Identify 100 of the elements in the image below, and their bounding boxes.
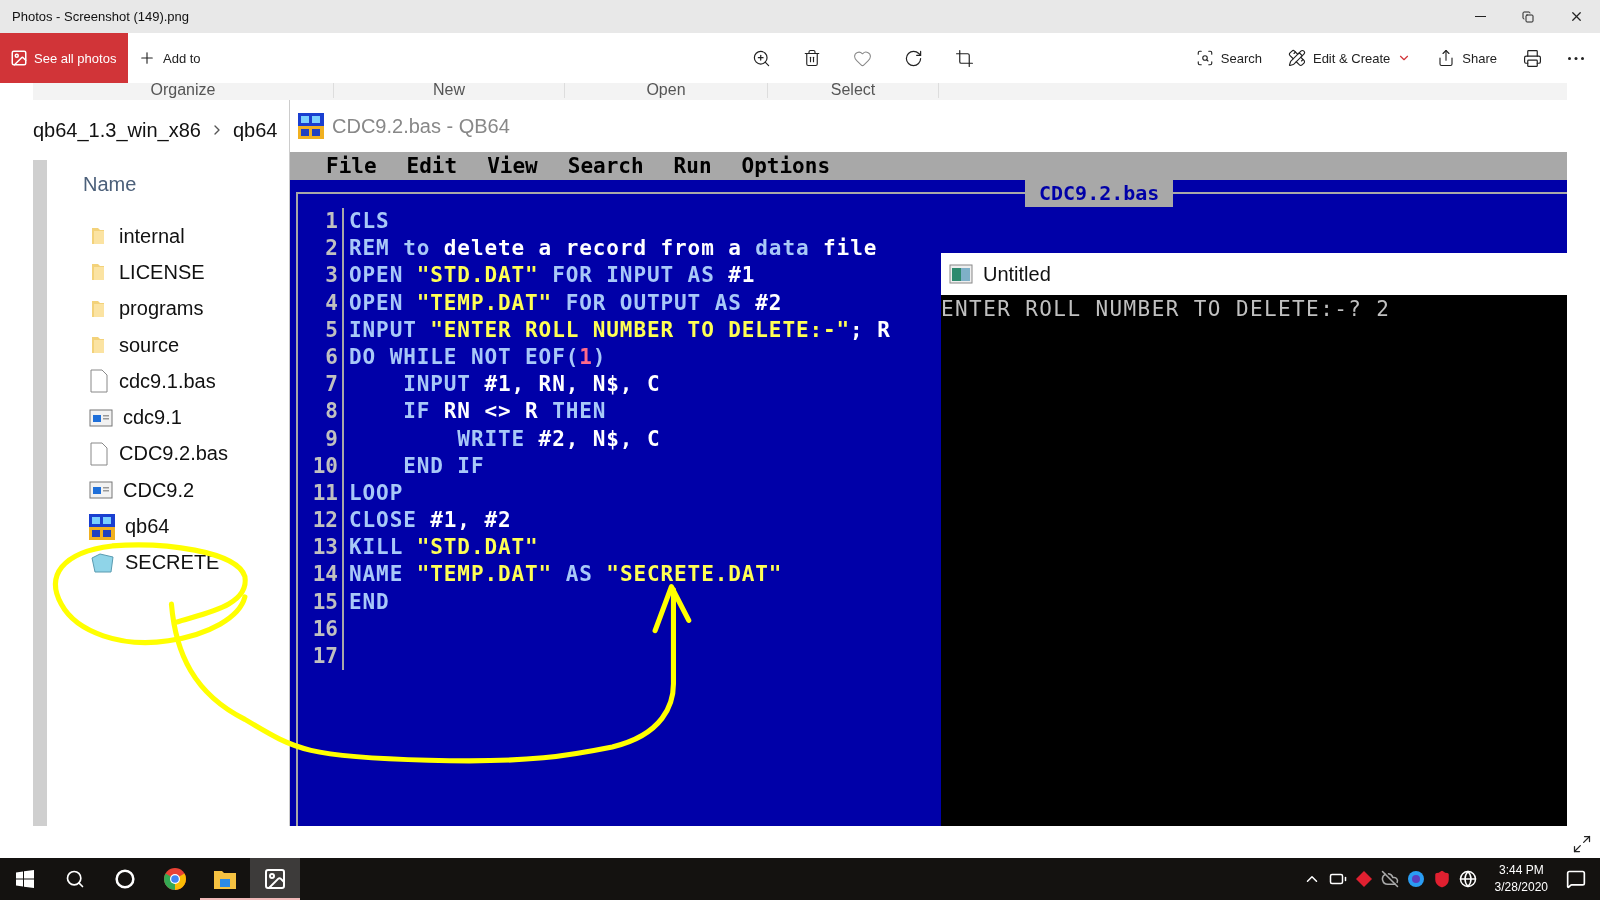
globe-icon[interactable]	[1458, 870, 1477, 888]
line-number: 12	[298, 507, 344, 535]
search-button[interactable]: Search	[1185, 38, 1272, 78]
shield-icon[interactable]	[1432, 870, 1451, 888]
code-line: KILL "STD.DAT"	[348, 534, 539, 562]
search-icon	[65, 869, 85, 889]
app-window-icon	[949, 264, 973, 284]
menu-item[interactable]: File	[322, 154, 381, 178]
qb64-logo-icon	[298, 113, 324, 139]
menu-item[interactable]: View	[483, 154, 542, 178]
edit-create-button[interactable]: Edit & Create	[1277, 38, 1422, 78]
clock[interactable]: 3:44 PM 3/28/2020	[1484, 862, 1558, 896]
zoom-in-icon	[752, 48, 772, 68]
line-number: 8	[298, 398, 344, 426]
plus-icon	[138, 49, 156, 67]
share-icon	[1437, 49, 1456, 67]
see-all-photos-button[interactable]: See all photos	[0, 33, 128, 83]
menu-item[interactable]: Edit	[402, 154, 462, 178]
line-number: 9	[298, 425, 344, 453]
line-number: 11	[298, 479, 344, 508]
file-name[interactable]: SECRETE	[125, 551, 220, 575]
code-line: CLOSE #1, #2	[348, 507, 512, 535]
windows-logo-icon	[16, 870, 34, 888]
file-name[interactable]: CDC9.2	[123, 478, 195, 502]
output-window-title: Untitled	[983, 262, 1051, 286]
file-name[interactable]: programs	[119, 297, 204, 321]
breadcrumb-item[interactable]: qb64	[232, 118, 278, 142]
ribbon-group-label: New	[334, 83, 565, 98]
app-window-icon	[89, 407, 113, 428]
circle-app-icon[interactable]	[1406, 870, 1425, 888]
cloud-off-icon[interactable]	[1380, 870, 1399, 888]
menu-item[interactable]: Run	[669, 154, 716, 178]
file-name[interactable]: cdc9.1	[123, 406, 182, 430]
file-name[interactable]: LICENSE	[119, 260, 205, 284]
file-name[interactable]: source	[119, 333, 180, 357]
code-line: INPUT #1, RN, N$, C	[402, 371, 661, 399]
notification-icon[interactable]	[1566, 869, 1586, 889]
document-icon	[89, 441, 109, 466]
code-line: CLS	[348, 208, 390, 235]
more-icon	[1568, 56, 1584, 60]
qb64-logo-icon	[89, 513, 115, 540]
time: 3:44 PM	[1498, 862, 1544, 879]
file-tab[interactable]: CDC9.2.bas	[1025, 180, 1174, 207]
document-icon	[89, 369, 109, 394]
code-line: NAME "TEMP.DAT" AS "SECRETE.DAT"	[348, 561, 783, 589]
line-number: 15	[298, 588, 344, 616]
file-name[interactable]: internal	[119, 224, 185, 248]
menu-item[interactable]: Options	[737, 154, 835, 178]
pencil-ruler-icon	[1287, 49, 1306, 67]
line-number: 13	[298, 534, 344, 562]
console-output: ENTER ROLL NUMBER TO DELETE:-? 2	[941, 297, 1391, 321]
window-title: Photos - Screenshot (149).png	[12, 9, 191, 24]
file-name[interactable]: cdc9.1.bas	[119, 369, 216, 393]
code-line: OPEN "STD.DAT" FOR INPUT AS #1	[348, 262, 756, 290]
line-number: 17	[298, 643, 344, 671]
code-line: IF RN <> R THEN	[402, 398, 607, 426]
trash-icon	[803, 49, 822, 67]
code-line: REM to delete a record from a data file	[348, 235, 878, 263]
line-number: 5	[298, 316, 344, 344]
line-number: 16	[298, 615, 344, 643]
line-number: 6	[298, 343, 344, 372]
code-line: LOOP	[348, 479, 404, 507]
menu-item[interactable]: Search	[563, 154, 648, 178]
expand-icon[interactable]	[1572, 834, 1592, 854]
line-number: 4	[298, 289, 344, 317]
rotate-icon	[904, 48, 924, 68]
column-header[interactable]: Name	[83, 172, 228, 208]
breadcrumb-item[interactable]: qb64_1.3_win_x86	[33, 118, 201, 142]
line-number: 2	[298, 235, 344, 263]
photo-app-icon	[263, 867, 287, 891]
code-line: END IF	[402, 452, 485, 480]
app-window-icon	[89, 480, 113, 501]
photo-icon	[10, 49, 28, 67]
file-name[interactable]: CDC9.2.bas	[119, 442, 228, 466]
browser-logo-icon	[163, 867, 187, 891]
share-button[interactable]: Share	[1427, 38, 1507, 78]
file-name[interactable]: qb64	[125, 515, 170, 538]
diamond-icon[interactable]	[1354, 870, 1373, 888]
ribbon-group-label: Organize	[33, 83, 334, 98]
line-number: 14	[298, 561, 344, 589]
search-icon	[1195, 49, 1214, 67]
add-to-button[interactable]: Add to	[128, 38, 211, 78]
code-line: END	[348, 588, 390, 616]
taskbar-app-button[interactable]	[250, 858, 300, 900]
ring-icon	[115, 869, 135, 889]
line-number: 7	[298, 371, 344, 399]
code-line: DO WHILE NOT EOF(1)	[348, 343, 607, 371]
ribbon-group-label: Open	[565, 83, 768, 98]
code-line: INPUT "ENTER ROLL NUMBER TO DELETE:-"; R	[348, 316, 891, 344]
crop-icon	[955, 48, 975, 68]
ribbon-group-label: Select	[768, 83, 939, 98]
restore-icon	[1522, 10, 1534, 23]
date: 3/28/2020	[1494, 879, 1548, 896]
code-line: OPEN "TEMP.DAT" FOR OUTPUT AS #2	[348, 289, 783, 317]
folder-icon	[213, 868, 237, 890]
line-number: 1	[298, 208, 344, 236]
line-number: 3	[298, 262, 344, 290]
data-file-icon	[89, 551, 115, 574]
printer-icon	[1523, 48, 1542, 68]
heart-icon	[853, 48, 873, 68]
